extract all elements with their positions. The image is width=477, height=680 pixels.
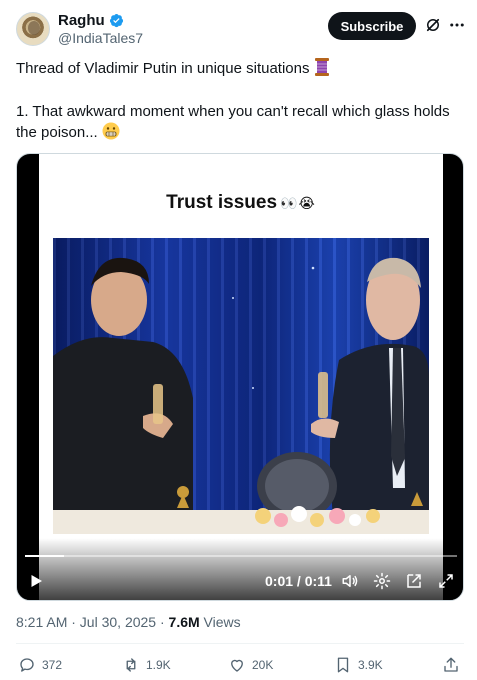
tweet-text: Thread of Vladimir Putin in unique situa… [16,58,456,146]
repost-count: 1.9K [146,658,171,672]
grimacing-face-icon [102,122,120,146]
tweet-timestamp[interactable]: 8:21 AM · Jul 30, 2025 [16,614,156,630]
repost-button[interactable]: 1.9K [122,656,171,674]
action-bar: 372 1.9K 20K 3.9K [16,656,464,680]
like-count: 20K [252,658,274,672]
bookmark-icon [337,657,349,673]
author-handle[interactable]: @IndiaTales7 [58,30,143,46]
video-caption-text: Trust issues [166,192,278,213]
reply-icon [20,658,34,672]
subscribe-button[interactable]: Subscribe [328,12,416,40]
grok-icon[interactable] [424,16,442,34]
more-icon[interactable] [448,16,466,34]
meta-separator: · [156,614,169,630]
avatar[interactable] [16,12,50,46]
heart-icon [231,659,243,672]
video-controls-bar [17,538,463,600]
reply-count: 372 [42,658,63,672]
video-caption-emoji: 👀😭 [280,195,316,211]
tweet-line-2: 1. That awkward moment when you can't re… [16,103,450,141]
bookmark-count: 3.9K [358,658,383,672]
tweet-header: Raghu @IndiaTales7 Subscribe [14,10,466,50]
like-button[interactable]: 20K [228,656,273,674]
repost-icon [126,658,136,672]
share-icon [444,657,458,672]
author-display-name[interactable]: Raghu [58,12,105,29]
reply-button[interactable]: 372 [18,656,62,674]
video-scene-image [53,238,429,534]
views-label: Views [199,614,241,630]
thread-spool-icon [314,58,330,82]
bookmark-button[interactable]: 3.9K [334,656,383,674]
divider [16,643,464,644]
fullscreen-icon[interactable] [437,572,455,590]
video-progress-bar[interactable] [25,555,457,557]
popout-icon[interactable] [405,572,423,590]
verified-badge-icon [109,13,123,28]
video-progress-fill [25,555,64,557]
tweet-line-1: Thread of Vladimir Putin in unique situa… [16,60,310,77]
views-count: 7.6M [168,614,200,630]
video-player[interactable]: Trust issues 👀😭 0:01 / 0:11 [16,153,464,601]
volume-icon[interactable] [341,572,359,590]
settings-icon[interactable] [373,572,391,590]
author-name-row: Raghu [58,12,124,29]
share-button[interactable] [442,656,460,674]
play-icon[interactable] [27,572,45,590]
tweet-meta: 8:21 AM · Jul 30, 2025 · 7.6M Views [16,614,241,630]
video-time: 0:01 / 0:11 [265,573,332,589]
video-frame: Trust issues 👀😭 [39,154,443,600]
video-caption: Trust issues 👀😭 [39,192,443,214]
